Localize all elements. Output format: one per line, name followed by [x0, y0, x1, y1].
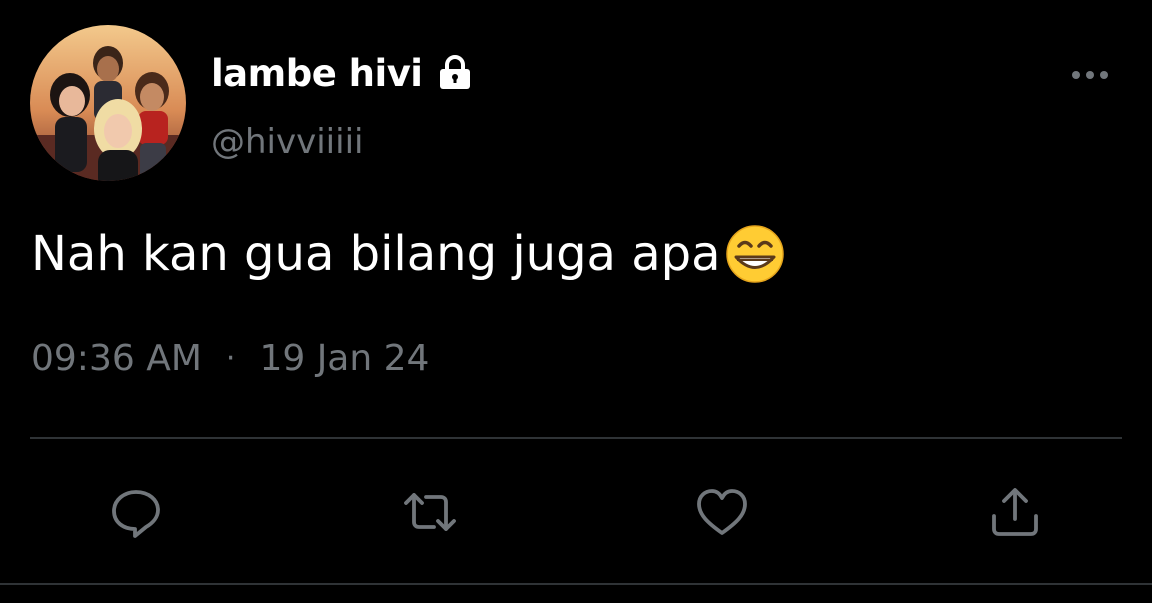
share-button[interactable] [987, 484, 1043, 540]
meta-separator: · [225, 341, 236, 376]
more-icon[interactable] [1068, 62, 1112, 88]
lock-icon [435, 53, 475, 93]
avatar[interactable] [30, 25, 186, 181]
retweet-icon [404, 493, 456, 531]
heart-icon [697, 489, 747, 535]
author-display-name[interactable]: lambe hivi [211, 52, 423, 95]
author-name-row: lambe hivi [211, 48, 475, 98]
tweet-date: 19 Jan 24 [259, 338, 430, 379]
divider [30, 437, 1122, 439]
retweet-button[interactable] [402, 484, 458, 540]
author-handle[interactable]: @hivviiiii [211, 122, 363, 162]
tweet-time: 09:36 AM [31, 338, 202, 379]
avatar-illustration [30, 25, 186, 181]
like-button[interactable] [694, 484, 750, 540]
grinning-face-emoji-icon [723, 222, 787, 286]
tweet-body: Nah kan gua bilang juga apa [31, 226, 721, 282]
bottom-divider [0, 583, 1152, 585]
share-icon [992, 488, 1038, 536]
tweet-timestamp[interactable]: 09:36 AM · 19 Jan 24 [31, 338, 429, 379]
comment-icon [112, 490, 160, 538]
tweet: lambe hivi @hivviiiii Nah kan gua bilang… [0, 0, 1152, 603]
reply-button[interactable] [108, 484, 164, 540]
tweet-text: Nah kan gua bilang juga apa [31, 222, 787, 286]
